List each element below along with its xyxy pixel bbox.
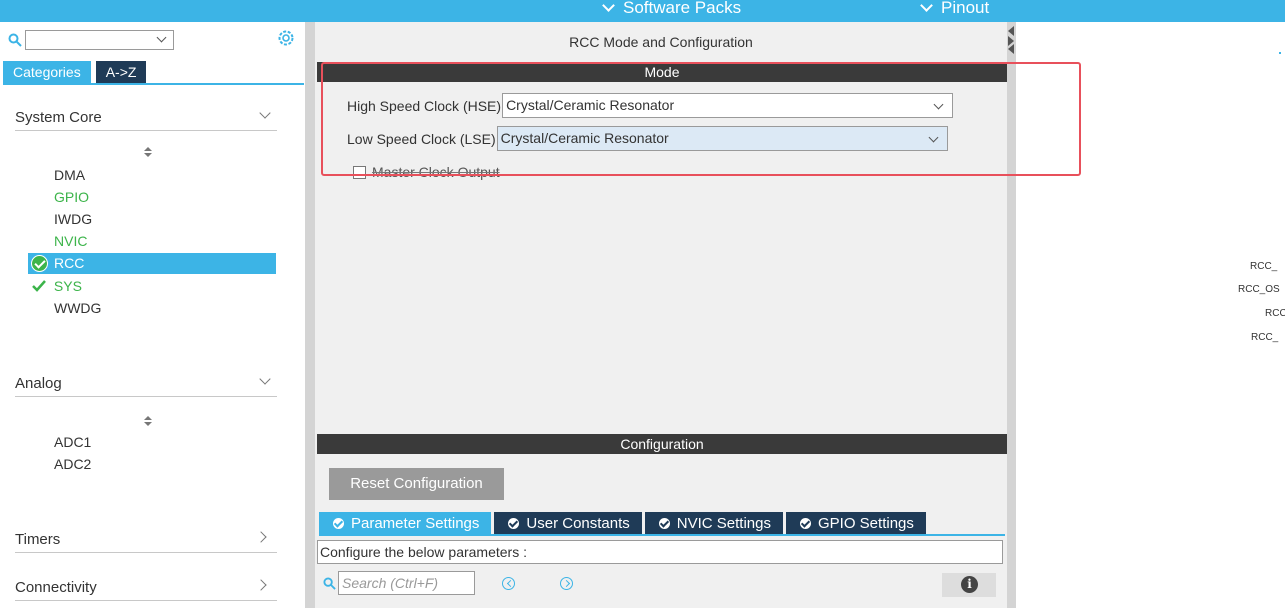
pin-label: RCC — [1265, 308, 1285, 319]
lse-select[interactable]: Crystal/Ceramic Resonator — [496, 126, 948, 151]
pinout-label: Pinout — [941, 0, 990, 17]
chevron-down-icon — [259, 107, 271, 119]
check-circle-icon — [31, 255, 48, 272]
list-item-wwdg[interactable]: WWDG — [54, 300, 101, 316]
lse-select-value: Crystal/Ceramic Resonator — [500, 130, 669, 146]
list-item-adc1[interactable]: ADC1 — [54, 434, 91, 450]
category-search-input[interactable] — [25, 30, 174, 50]
tab-nvic-settings[interactable]: NVIC Settings — [644, 512, 783, 534]
pin-label: RCC_ — [1251, 332, 1279, 343]
check-circle-icon — [658, 517, 670, 529]
list-item-adc2[interactable]: ADC2 — [54, 456, 91, 472]
info-icon: i — [961, 576, 978, 593]
check-circle-icon — [800, 517, 811, 529]
section-title: Connectivity — [15, 579, 97, 596]
pinout-view[interactable]: RCC_ RCC_OS RCC RCC_ — [1016, 22, 1285, 608]
page-title: RCC Mode and Configuration — [569, 34, 753, 50]
chevron-down-icon — [259, 373, 271, 385]
checkmark-icon — [32, 280, 46, 292]
search-icon — [8, 33, 22, 47]
hse-row: High Speed Clock (HSE) Crystal/Ceramic R… — [347, 93, 954, 118]
pin-label: RCC_ — [1250, 261, 1278, 272]
lse-label: Low Speed Clock (LSE) — [347, 130, 496, 147]
collapse-left-arrow-icon[interactable] — [1008, 26, 1014, 36]
top-menu-bar: Software Packs Pinout — [0, 0, 1285, 22]
category-search-row — [8, 30, 174, 50]
section-title: System Core — [15, 109, 102, 126]
tab-parameter-settings[interactable]: Parameter Settings — [319, 512, 492, 534]
section-title: Timers — [15, 531, 61, 548]
collapse-right-arrow-icon[interactable] — [1008, 36, 1014, 46]
next-match-icon[interactable] — [560, 577, 573, 590]
tab-label: User Constants — [526, 514, 630, 532]
panel-splitter-left[interactable] — [305, 22, 315, 608]
hse-select-value: Crystal/Ceramic Resonator — [506, 97, 675, 113]
info-button[interactable]: i — [942, 573, 996, 597]
list-item-rcc-selected[interactable]: RCC — [28, 253, 276, 274]
list-item-nvic[interactable]: NVIC — [54, 233, 87, 249]
hse-label: High Speed Clock (HSE) — [347, 97, 502, 114]
list-item-iwdg[interactable]: IWDG — [54, 211, 92, 227]
mode-header: Mode — [317, 62, 1007, 82]
sort-icon[interactable] — [143, 146, 153, 158]
section-title: Analog — [15, 375, 62, 392]
tab-label: Parameter Settings — [351, 514, 480, 532]
list-item-sys[interactable]: SYS — [32, 278, 82, 294]
chevron-down-icon — [920, 0, 933, 12]
check-circle-icon — [333, 517, 344, 529]
configuration-header: Configuration — [317, 434, 1007, 454]
rcc-configuration-panel: RCC Mode and Configuration Mode High Spe… — [315, 22, 1007, 608]
category-tabs: Categories A->Z — [3, 61, 147, 83]
section-connectivity[interactable]: Connectivity — [15, 571, 277, 601]
section-analog[interactable]: Analog — [15, 367, 277, 397]
categories-panel: Categories A->Z System Core DMA GPIO IWD… — [0, 22, 305, 608]
chevron-down-icon — [933, 99, 944, 110]
tab-user-constants[interactable]: User Constants — [494, 512, 642, 534]
chevron-down-icon — [156, 32, 167, 43]
configure-parameters-text: Configure the below parameters : — [317, 540, 1003, 564]
chevron-down-icon — [602, 0, 615, 12]
master-clock-output-label: Master Clock Output — [372, 164, 500, 180]
hse-select[interactable]: Crystal/Ceramic Resonator — [502, 93, 954, 118]
list-item-gpio[interactable]: GPIO — [54, 189, 89, 205]
chevron-right-icon — [255, 531, 267, 543]
software-packs-menu[interactable]: Software Packs — [602, 0, 742, 18]
reset-configuration-button[interactable]: Reset Configuration — [329, 468, 504, 500]
section-system-core[interactable]: System Core — [15, 101, 277, 131]
pinout-menu[interactable]: Pinout — [920, 0, 990, 18]
pin-label: RCC_OS — [1238, 284, 1280, 295]
section-timers[interactable]: Timers — [15, 523, 277, 553]
tab-gpio-settings[interactable]: GPIO Settings — [786, 512, 926, 534]
previous-match-icon[interactable] — [502, 577, 515, 590]
parameter-search-row: Search (Ctrl+F) — [323, 571, 475, 595]
list-item-dma[interactable]: DMA — [54, 167, 85, 183]
master-clock-output-checkbox[interactable]: Master Clock Output — [353, 164, 500, 180]
list-item-label: SYS — [53, 278, 82, 294]
tab-label: GPIO Settings — [818, 514, 914, 532]
check-circle-icon — [508, 517, 520, 529]
panel-splitter-right[interactable] — [1007, 22, 1016, 608]
tab-underline — [3, 83, 304, 85]
gear-icon[interactable] — [276, 28, 296, 48]
tab-a-z[interactable]: A->Z — [95, 61, 147, 83]
lse-row: Low Speed Clock (LSE) Crystal/Ceramic Re… — [347, 126, 948, 151]
list-item-label: RCC — [54, 255, 85, 271]
search-icon — [323, 576, 336, 590]
software-packs-label: Software Packs — [623, 0, 742, 17]
tab-categories[interactable]: Categories — [3, 61, 91, 83]
chevron-right-icon — [255, 579, 267, 591]
tab-underline — [319, 534, 1005, 536]
parameter-search-input[interactable]: Search (Ctrl+F) — [338, 571, 475, 595]
chip-edge-marker — [1279, 52, 1281, 54]
sort-icon[interactable] — [143, 415, 153, 427]
checkbox-box[interactable] — [353, 165, 366, 179]
configuration-tabs: Parameter Settings User Constants NVIC S… — [319, 512, 929, 534]
tab-label: NVIC Settings — [676, 514, 771, 532]
chevron-down-icon — [928, 132, 939, 143]
